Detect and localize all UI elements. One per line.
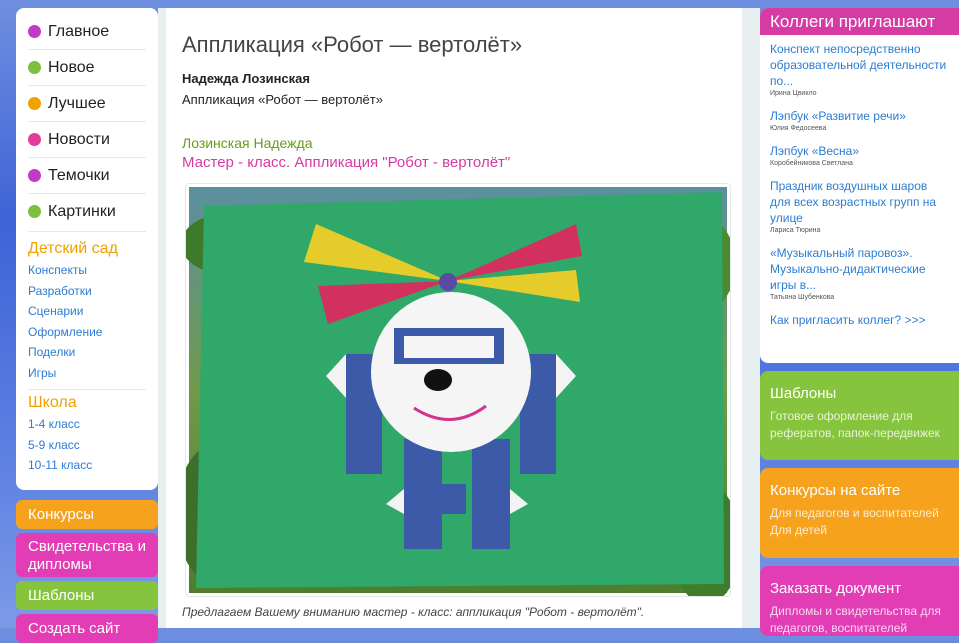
list-item: Лэпбук «Весна» Коробейникова Светлана [770, 143, 949, 167]
colleague-link[interactable]: Конспект непосредственно образовательной… [770, 41, 949, 89]
link-kindergarten-2[interactable]: Разработки [28, 281, 146, 302]
left-sidebar: Главное Новое Лучшее Новости Темочки Кар… [16, 8, 158, 490]
section-title-school[interactable]: Школа [28, 394, 146, 412]
promo-title: Конкурсы на сайте [770, 482, 901, 499]
article-photo[interactable] [176, 183, 741, 604]
nav-item-main[interactable]: Главное [28, 14, 146, 50]
colleague-name: Ирина Цвикло [770, 90, 817, 97]
promo-contests[interactable]: Конкурсы на сайте Для педагогов и воспит… [760, 468, 959, 558]
divider [28, 389, 146, 390]
invite-colleagues-link[interactable]: Как пригласить коллег? >>> [770, 312, 949, 328]
dot-icon [28, 61, 41, 74]
author-name[interactable]: Надежда Лозинская [182, 71, 310, 86]
nav-label: Лучшее [48, 94, 106, 112]
colleague-link[interactable]: Лэпбук «Весна» [770, 143, 949, 159]
colleague-link[interactable]: «Музыкальный паровоз». Музыкально-дидакт… [770, 245, 949, 293]
list-item: Лэпбук «Развитие речи» Юлия Федосеева [770, 108, 949, 132]
nav-label: Темочки [48, 166, 110, 184]
colleague-name: Юлия Федосеева [770, 125, 827, 132]
promo-desc: Дипломы и свидетельства для педагогов, в… [770, 604, 941, 635]
colleague-link[interactable]: Праздник воздушных шаров для всех возрас… [770, 178, 949, 226]
nav-item-new[interactable]: Новое [28, 50, 146, 86]
link-school-1[interactable]: 1-4 класс [28, 414, 146, 435]
dot-icon [28, 25, 41, 38]
dot-icon [28, 133, 41, 146]
certificates-button[interactable]: Свидетельства и дипломы [16, 533, 158, 577]
promo-templates[interactable]: Шаблоны Готовое оформление для рефератов… [760, 371, 959, 460]
section-title-kindergarten[interactable]: Детский сад [28, 240, 146, 258]
colleagues-list: Конспект непосредственно образовательной… [760, 35, 959, 328]
colleagues-title[interactable]: Коллеги приглашают [760, 8, 959, 35]
contests-button[interactable]: Конкурсы [16, 500, 158, 529]
main-content: Аппликация «Робот — вертолёт» Надежда Ло… [166, 8, 742, 628]
list-item: Конспект непосредственно образовательной… [770, 41, 949, 97]
nav-item-best[interactable]: Лучшее [28, 86, 146, 122]
divider [28, 231, 146, 232]
link-kindergarten-4[interactable]: Оформление [28, 322, 146, 343]
link-kindergarten-1[interactable]: Конспекты [28, 260, 146, 281]
nav-item-news[interactable]: Новости [28, 122, 146, 158]
colleagues-widget: Коллеги приглашают Конспект непосредстве… [760, 8, 959, 363]
link-kindergarten-5[interactable]: Поделки [28, 342, 146, 363]
promo-order-document[interactable]: Заказать документ Дипломы и свидетельств… [760, 566, 959, 636]
link-school-2[interactable]: 5-9 класс [28, 435, 146, 456]
promo-title: Шаблоны [770, 385, 837, 402]
promo-desc: Для педагогов и воспитателей Для детей [770, 506, 939, 537]
kindergarten-links: Конспекты Разработки Сценарии Оформление… [16, 260, 158, 383]
link-kindergarten-6[interactable]: Игры [28, 363, 146, 384]
nav-label: Главное [48, 22, 110, 40]
nav-label: Новое [48, 58, 95, 76]
content-border [158, 8, 166, 628]
main-nav: Главное Новое Лучшее Новости Темочки Кар… [16, 8, 158, 229]
promo-desc: Готовое оформление для рефератов, папок-… [770, 409, 940, 440]
list-item: Праздник воздушных шаров для всех возрас… [770, 178, 949, 234]
list-item: «Музыкальный паровоз». Музыкально-дидакт… [770, 245, 949, 301]
promo-title: Заказать документ [770, 580, 902, 597]
link-kindergarten-3[interactable]: Сценарии [28, 301, 146, 322]
nav-item-pictures[interactable]: Картинки [28, 194, 146, 229]
school-links: 1-4 класс 5-9 класс 10-11 класс [16, 414, 158, 476]
nav-label: Картинки [48, 202, 116, 220]
create-site-button[interactable]: Создать сайт [16, 614, 158, 643]
author-line: Лозинская Надежда [182, 135, 313, 151]
content-border [742, 8, 760, 628]
nav-label: Новости [48, 130, 110, 148]
colleague-name: Коробейникова Светлана [770, 160, 853, 167]
article-subtitle: Аппликация «Робот — вертолёт» [182, 92, 383, 107]
colleague-name: Лариса Тюрина [770, 227, 821, 234]
master-class-title: Мастер - класс. Аппликация "Робот - верт… [182, 154, 511, 171]
templates-button[interactable]: Шаблоны [16, 581, 158, 610]
page-title: Аппликация «Робот — вертолёт» [182, 32, 523, 57]
dot-icon [28, 169, 41, 182]
nav-item-topics[interactable]: Темочки [28, 158, 146, 194]
article-caption: Предлагаем Вашему вниманию мастер - клас… [182, 605, 645, 619]
dot-icon [28, 97, 41, 110]
dot-icon [28, 205, 41, 218]
robot-helicopter-image [176, 187, 741, 604]
link-school-3[interactable]: 10-11 класс [28, 455, 146, 476]
colleague-link[interactable]: Лэпбук «Развитие речи» [770, 108, 949, 124]
colleague-name: Татьяна Шубенкова [770, 294, 835, 301]
